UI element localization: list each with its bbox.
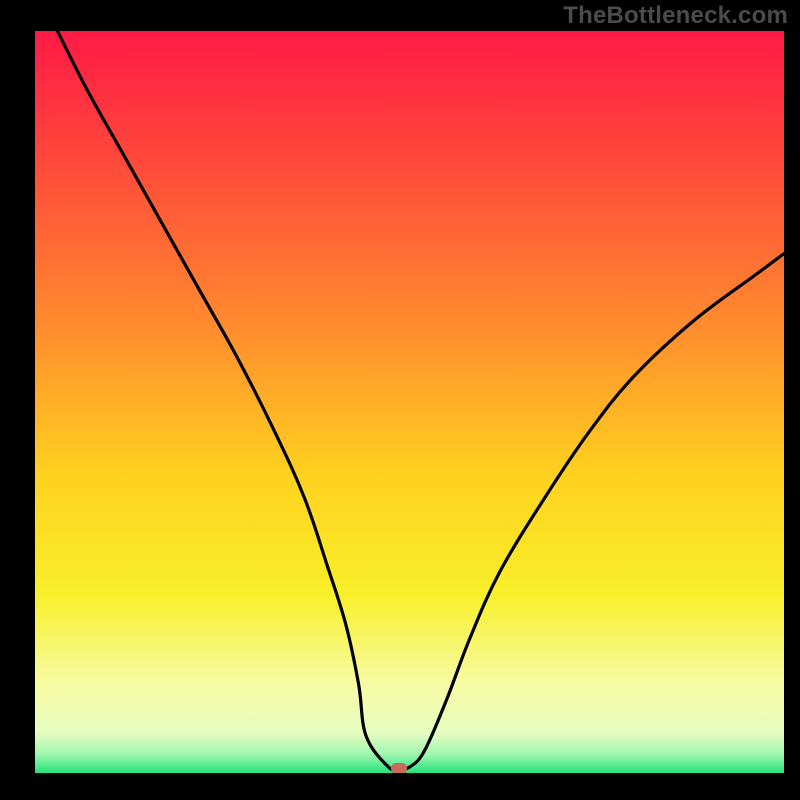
gradient-background (35, 31, 784, 773)
watermark-text: TheBottleneck.com (563, 2, 788, 30)
chart-svg (0, 0, 800, 800)
chart-frame: TheBottleneck.com (0, 0, 800, 800)
minimum-marker (391, 763, 407, 774)
